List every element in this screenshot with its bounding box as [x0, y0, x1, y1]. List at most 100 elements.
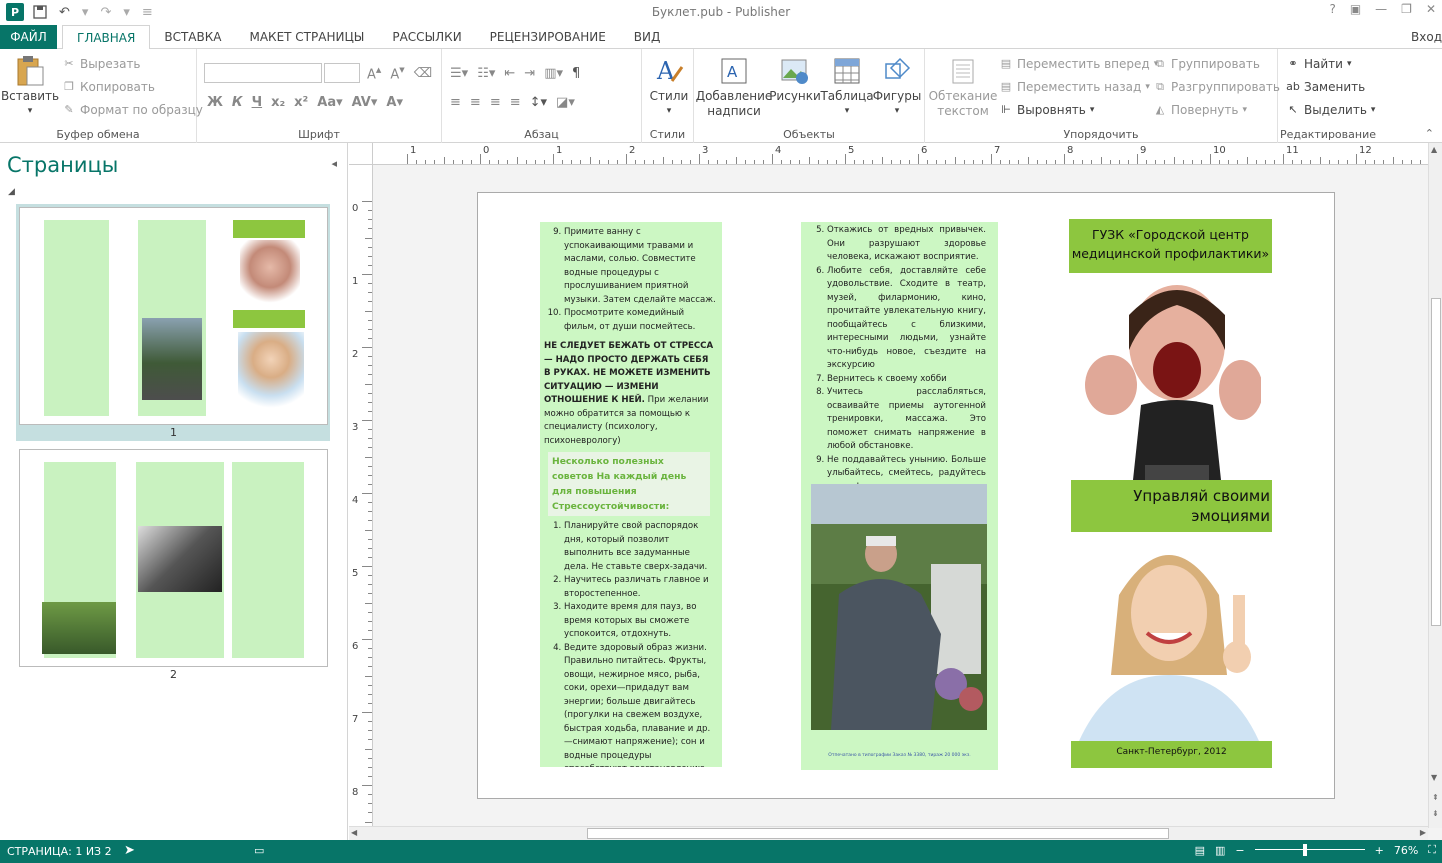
char-spacing-icon[interactable]: AV▾ [352, 95, 378, 110]
cover-column[interactable]: ГУЗК «Городской центр медицинской профил… [1069, 219, 1272, 768]
superscript-icon[interactable]: x² [294, 95, 308, 110]
ruler-tick [368, 648, 372, 650]
tab-review[interactable]: РЕЦЕНЗИРОВАНИЕ [476, 25, 620, 49]
scroll-down-icon[interactable]: ▼ [1431, 773, 1437, 782]
decrease-indent-icon[interactable]: ⇤ [504, 66, 515, 81]
line-spacing-icon[interactable]: ↕▾ [530, 95, 547, 110]
scroll-up-icon[interactable]: ▲ [1431, 145, 1437, 154]
align-right-icon[interactable]: ≡ [490, 95, 501, 110]
font-color-icon[interactable]: A▾ [386, 95, 403, 110]
table-button[interactable]: Таблица ▾ [820, 55, 874, 119]
pictures-button[interactable]: Рисунки [769, 55, 821, 104]
change-case-icon[interactable]: Aa▾ [317, 95, 342, 110]
vertical-scrollbar[interactable]: ▲ ▼ ⇞ ⇟ [1428, 143, 1442, 828]
tab-home[interactable]: ГЛАВНАЯ [62, 25, 151, 50]
ruler-tick [368, 620, 372, 622]
justify-icon[interactable]: ≡ [510, 95, 521, 110]
underline-button[interactable]: Ч [252, 95, 263, 110]
horizontal-scroll-thumb[interactable] [587, 828, 1169, 839]
text-column-1[interactable]: Примите ванну с успокаивающими травами и… [540, 222, 722, 767]
tab-file[interactable]: ФАЙЛ [0, 25, 57, 49]
italic-button[interactable]: К [232, 95, 243, 110]
shapes-icon [881, 55, 913, 87]
scroll-right-icon[interactable]: ▶ [1420, 828, 1426, 837]
tab-mailings[interactable]: РАССЫЛКИ [378, 25, 475, 49]
align-center-icon[interactable]: ≡ [470, 95, 481, 110]
bold-button[interactable]: Ж [207, 95, 223, 110]
increase-indent-icon[interactable]: ⇥ [524, 66, 535, 81]
page-thumbnail-1[interactable] [19, 207, 328, 425]
paste-button[interactable]: Вставить ▾ [1, 55, 59, 119]
fit-page-icon[interactable]: ⛶ [1428, 843, 1436, 857]
clear-format-icon[interactable]: ⌫ [414, 66, 432, 81]
zoom-out-button[interactable]: − [1235, 844, 1244, 857]
close-icon[interactable]: ✕ [1426, 2, 1436, 16]
ribbon-display-icon[interactable]: ▣ [1350, 2, 1361, 16]
tab-page-design[interactable]: МАКЕТ СТРАНИЦЫ [235, 25, 378, 49]
slogan-header: Управляй своими эмоциями [1071, 480, 1272, 532]
columns-icon[interactable]: ▥▾ [544, 66, 563, 81]
align-left-icon[interactable]: ≡ [450, 95, 461, 110]
grow-font-icon[interactable]: A▴ [367, 63, 381, 82]
select-button[interactable]: ↖ Выделить ▾ [1286, 100, 1375, 120]
next-page-icon[interactable]: ⇟ [1432, 809, 1439, 818]
smiling-woman-photo[interactable] [1069, 535, 1272, 741]
ruler-label: 6 [352, 641, 359, 652]
page-thumbnail-2[interactable] [19, 449, 328, 667]
font-name-box[interactable] [204, 63, 322, 83]
group-button[interactable]: ⧉ Группировать [1153, 54, 1260, 74]
vertical-scroll-thumb[interactable] [1431, 298, 1441, 626]
collapse-ribbon-icon[interactable]: ⌃ [1425, 127, 1434, 140]
shrink-font-icon[interactable]: A▾ [390, 63, 404, 82]
shading-icon[interactable]: ◪▾ [556, 95, 575, 110]
copy-button[interactable]: ❐ Копировать [62, 77, 155, 97]
collapse-pane-icon[interactable]: ◂ [331, 157, 337, 170]
pilcrow-icon[interactable]: ¶ [572, 66, 580, 81]
find-button[interactable]: ⚭ Найти ▾ [1286, 54, 1351, 74]
page-indicator[interactable]: СТРАНИЦА: 1 ИЗ 2 [7, 845, 112, 858]
horizontal-scrollbar[interactable]: ◀ ▶ [349, 826, 1428, 840]
section-expand-icon[interactable]: ◢ [8, 187, 15, 197]
zoom-in-button[interactable]: + [1375, 844, 1384, 857]
object-position-icon[interactable]: ▭ [254, 844, 264, 857]
align-button[interactable]: ⊩ Выровнять ▾ [999, 100, 1094, 120]
ruler-tick [368, 356, 372, 358]
clipboard-group: Вставить ▾ ✂ Вырезать ❐ Копировать ✎ Формат… [0, 49, 203, 143]
scroll-left-icon[interactable]: ◀ [351, 828, 357, 837]
text-column-2[interactable]: Откажись от вредных привычек. Они разруш… [801, 222, 998, 770]
bring-forward-button[interactable]: ▤ Переместить вперед ▾ [999, 54, 1158, 74]
single-page-view-icon[interactable]: ▤ [1195, 844, 1205, 857]
ruler-tick [717, 160, 719, 164]
bullets-icon[interactable]: ☰▾ [450, 66, 468, 81]
shapes-button[interactable]: Фигуры ▾ [873, 55, 921, 119]
screaming-woman-photo[interactable] [1081, 275, 1261, 480]
minimize-icon[interactable]: — [1375, 2, 1387, 16]
numbering-icon[interactable]: ☷▾ [477, 66, 495, 81]
document-page[interactable]: Примите ванну с успокаивающими травами и… [477, 192, 1335, 799]
ruler-tick [368, 657, 372, 659]
ungroup-button[interactable]: ⧉ Разгруппировать [1153, 77, 1280, 97]
ruler-tick [1228, 160, 1230, 164]
format-painter-button[interactable]: ✎ Формат по образцу [62, 100, 202, 120]
tab-insert[interactable]: ВСТАВКА [150, 25, 235, 49]
wrap-text-button[interactable]: Обтекание текстом [929, 55, 997, 119]
subscript-icon[interactable]: x₂ [271, 95, 285, 110]
prev-page-icon[interactable]: ⇞ [1432, 793, 1439, 802]
styles-button[interactable]: A Стили ▾ [648, 55, 690, 119]
ruler-tick [368, 693, 372, 695]
zoom-slider[interactable] [1254, 844, 1365, 856]
restore-icon[interactable]: ❐ [1401, 2, 1412, 16]
replace-button[interactable]: ab Заменить [1286, 77, 1365, 97]
font-size-box[interactable] [324, 63, 360, 83]
zoom-level[interactable]: 76% [1394, 844, 1418, 857]
cut-button[interactable]: ✂ Вырезать [62, 54, 140, 74]
add-textbox-button[interactable]: A Добавление надписи [696, 55, 772, 119]
painter-photo[interactable] [811, 484, 987, 730]
signin-link[interactable]: Вход [1411, 30, 1442, 44]
send-backward-button[interactable]: ▤ Переместить назад ▾ [999, 77, 1150, 97]
ruler-label: 1 [352, 276, 359, 287]
two-page-view-icon[interactable]: ▥ [1215, 844, 1225, 857]
tab-view[interactable]: ВИД [620, 25, 675, 49]
rotate-button[interactable]: ◭ Повернуть ▾ [1153, 100, 1247, 120]
help-icon[interactable]: ? [1329, 2, 1335, 16]
